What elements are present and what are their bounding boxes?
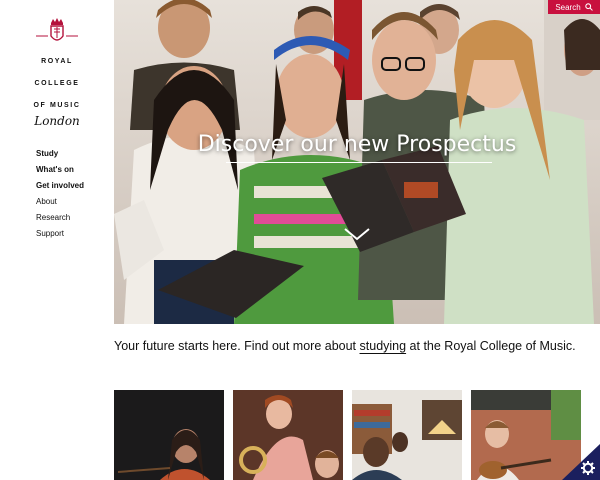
hero-banner[interactable]: Discover our new Prospectus: [114, 0, 600, 324]
card-horn-players[interactable]: [233, 390, 343, 480]
card-photo: [114, 390, 224, 480]
nav-item-study[interactable]: Study: [36, 146, 84, 162]
nav-item-get-involved[interactable]: Get involved: [36, 178, 84, 194]
nav-item-support[interactable]: Support: [36, 226, 84, 242]
search-button[interactable]: Search: [548, 0, 600, 14]
intro-text-before: Your future starts here. Find out more a…: [114, 339, 360, 353]
sidebar: ROYAL COLLEGE OF MUSIC London Study What…: [0, 0, 114, 480]
rcm-logo[interactable]: ROYAL COLLEGE OF MUSIC London: [30, 16, 84, 128]
nav-item-research[interactable]: Research: [36, 210, 84, 226]
card-violinist[interactable]: [114, 390, 224, 480]
card-library[interactable]: [352, 390, 462, 480]
search-icon: [584, 3, 593, 11]
cookie-settings-button[interactable]: [562, 444, 600, 480]
card-photo: [233, 390, 343, 480]
studying-link[interactable]: studying: [360, 339, 407, 353]
nav-item-whats-on[interactable]: What's on: [36, 162, 84, 178]
logo-line-royal: ROYAL: [41, 58, 73, 65]
hero-title-underline: [226, 162, 492, 163]
logo-london: London: [34, 114, 80, 128]
intro-text: Your future starts here. Find out more a…: [114, 339, 576, 353]
logo-line-of-music: OF MUSIC: [33, 102, 81, 109]
search-label: Search: [555, 2, 581, 12]
crest-icon: [36, 18, 78, 41]
main-nav: Study What's on Get involved About Resea…: [36, 146, 84, 242]
card-photo: [352, 390, 462, 480]
nav-item-about[interactable]: About: [36, 194, 84, 210]
logo-line-college: COLLEGE: [34, 80, 80, 87]
cookie-settings-corner: [562, 444, 600, 480]
intro-text-after: at the Royal College of Music.: [406, 339, 576, 353]
hero-title[interactable]: Discover our new Prospectus: [114, 132, 600, 157]
chevron-down-icon[interactable]: [343, 226, 371, 242]
